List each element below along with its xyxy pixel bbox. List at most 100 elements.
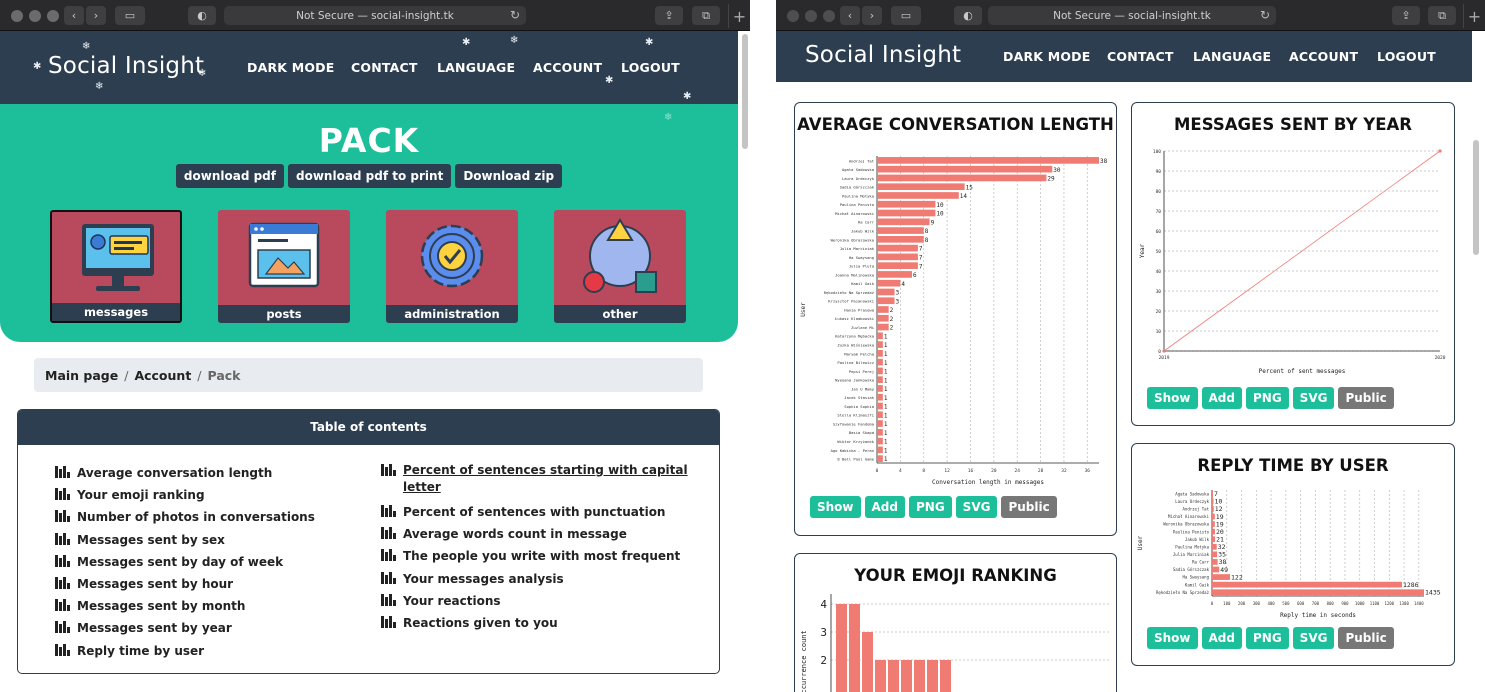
tabs-icon[interactable]: ⧉ bbox=[1428, 6, 1456, 25]
scrollbar[interactable] bbox=[742, 34, 748, 149]
close-window-icon[interactable] bbox=[787, 10, 799, 22]
y-tick-label: Michał Ainarowski bbox=[835, 211, 875, 216]
toc-item[interactable]: The people you write with most frequent bbox=[381, 545, 688, 567]
toc-item[interactable]: Messages sent by sex bbox=[55, 529, 315, 551]
nav-language[interactable]: LANGUAGE bbox=[437, 60, 533, 75]
toc-item[interactable]: Number of photos in conversations bbox=[55, 506, 315, 528]
y-tick-label: Laura Ordeczyk bbox=[1175, 499, 1209, 504]
y-tick-label: Paulina Bilewicz bbox=[837, 360, 874, 365]
shield-icon[interactable]: ◐ bbox=[188, 6, 216, 25]
bar bbox=[877, 279, 901, 287]
toc-item[interactable]: Messages sent by month bbox=[55, 595, 315, 617]
new-tab-icon[interactable]: + bbox=[728, 4, 750, 28]
y-tick-label: Sadia Górszczak bbox=[1173, 567, 1210, 572]
nav-logout[interactable]: LOGOUT bbox=[1377, 49, 1436, 64]
address-bar[interactable]: Not Secure — social-insight.tk ↻ bbox=[988, 6, 1276, 25]
toc-item[interactable]: Average words count in message bbox=[381, 523, 688, 545]
y-tick-label: Ra Carr bbox=[1192, 560, 1209, 565]
svg-button[interactable]: SVG bbox=[1292, 387, 1335, 409]
share-icon[interactable]: ⇪ bbox=[655, 6, 683, 25]
show-button[interactable]: Show bbox=[810, 496, 861, 518]
nav-contact[interactable]: CONTACT bbox=[1107, 49, 1193, 64]
toc-item[interactable]: Your reactions bbox=[381, 590, 688, 612]
zoom-window-icon[interactable] bbox=[47, 10, 59, 22]
download-pdf-button[interactable]: download pdf bbox=[175, 164, 284, 188]
emoji-ranking-chart: 2 3 4 Occurrence count bbox=[800, 594, 1111, 692]
nav-dark-mode[interactable]: DARK MODE bbox=[1003, 49, 1107, 64]
toc-item[interactable]: Messages sent by hour bbox=[55, 573, 315, 595]
toc-item[interactable]: Your emoji ranking bbox=[55, 484, 315, 506]
brand-logo[interactable]: Social Insight bbox=[48, 53, 204, 79]
zoom-window-icon[interactable] bbox=[823, 10, 835, 22]
shield-icon[interactable]: ◐ bbox=[954, 6, 982, 25]
x-tick-label: 1000 bbox=[1355, 601, 1365, 606]
nav-contact[interactable]: CONTACT bbox=[351, 60, 437, 75]
minimize-window-icon[interactable] bbox=[29, 10, 41, 22]
card-posts[interactable]: posts bbox=[218, 210, 350, 323]
svg-button[interactable]: SVG bbox=[955, 496, 998, 518]
nav-language[interactable]: LANGUAGE bbox=[1193, 49, 1289, 64]
toc-item[interactable]: Percent of sentences starting with capit… bbox=[381, 462, 688, 479]
add-button[interactable]: Add bbox=[1201, 627, 1242, 649]
public-button[interactable]: Public bbox=[1338, 627, 1394, 649]
toc-item[interactable]: Messages sent by year bbox=[55, 617, 315, 639]
tabs-icon[interactable]: ⧉ bbox=[692, 6, 720, 25]
show-button[interactable]: Show bbox=[1147, 387, 1198, 409]
toc-item[interactable]: Reactions given to you bbox=[381, 612, 688, 634]
nav-account[interactable]: ACCOUNT bbox=[1289, 49, 1377, 64]
close-window-icon[interactable] bbox=[11, 10, 23, 22]
nav-dark-mode[interactable]: DARK MODE bbox=[247, 60, 351, 75]
png-button[interactable]: PNG bbox=[908, 496, 952, 518]
bar-chart-icon bbox=[381, 593, 396, 606]
card-other[interactable]: other bbox=[554, 210, 686, 323]
add-button[interactable]: Add bbox=[1201, 387, 1242, 409]
card-messages[interactable]: messages bbox=[50, 210, 182, 323]
forward-icon[interactable]: › bbox=[86, 6, 106, 25]
share-icon[interactable]: ⇪ bbox=[1392, 6, 1420, 25]
scrollbar[interactable] bbox=[1473, 140, 1479, 255]
toc-item[interactable]: Messages sent by day of week bbox=[55, 551, 315, 573]
data-label: 2 bbox=[890, 307, 894, 314]
snowflake-icon: ✱ bbox=[462, 37, 471, 48]
png-button[interactable]: PNG bbox=[1245, 627, 1289, 649]
address-bar[interactable]: Not Secure — social-insight.tk ↻ bbox=[224, 6, 526, 25]
download-zip-button[interactable]: Download zip bbox=[455, 164, 563, 188]
brand-logo[interactable]: Social Insight bbox=[805, 42, 961, 68]
card-administration[interactable]: administration bbox=[386, 210, 518, 323]
png-button[interactable]: PNG bbox=[1245, 387, 1289, 409]
nav-logout[interactable]: LOGOUT bbox=[621, 60, 680, 75]
toc-item[interactable]: Percent of sentences with punctuation bbox=[381, 501, 688, 523]
x-tick-label: 100 bbox=[1223, 601, 1231, 606]
reload-icon[interactable]: ↻ bbox=[510, 8, 520, 22]
table-of-contents: Table of contents Average conversation l… bbox=[17, 409, 720, 674]
reload-icon[interactable]: ↻ bbox=[1260, 8, 1270, 22]
right-browser-window: ‹ › ▭ ◐ Not Secure — social-insight.tk ↻ … bbox=[776, 0, 1485, 692]
forward-icon[interactable]: › bbox=[862, 6, 882, 25]
toc-item[interactable]: Your messages analysis bbox=[381, 568, 688, 590]
back-icon[interactable]: ‹ bbox=[64, 6, 84, 25]
breadcrumb-main-page[interactable]: Main page bbox=[45, 368, 118, 383]
chart-card-emoji-ranking: YOUR EMOJI RANKING 2 3 4 Occurrence count bbox=[794, 553, 1117, 692]
shapes-icon bbox=[583, 218, 657, 293]
sidebar-icon[interactable]: ▭ bbox=[115, 6, 145, 25]
show-button[interactable]: Show bbox=[1147, 627, 1198, 649]
public-button[interactable]: Public bbox=[1001, 496, 1057, 518]
nav-account[interactable]: ACCOUNT bbox=[533, 60, 621, 75]
download-pdf-print-button[interactable]: download pdf to print bbox=[288, 164, 452, 188]
bar bbox=[877, 341, 883, 348]
toc-item-continued[interactable]: letter bbox=[381, 479, 688, 501]
svg-button[interactable]: SVG bbox=[1292, 627, 1335, 649]
breadcrumb-account[interactable]: Account bbox=[134, 368, 191, 383]
toc-item[interactable]: Reply time by user bbox=[55, 640, 315, 662]
y-tick-label: Julia Pluta bbox=[849, 264, 874, 269]
public-button[interactable]: Public bbox=[1338, 387, 1394, 409]
new-tab-icon[interactable]: + bbox=[1463, 4, 1485, 28]
sidebar-icon[interactable]: ▭ bbox=[891, 6, 921, 25]
bar bbox=[877, 253, 918, 261]
chart-actions: Show Add PNG SVG Public bbox=[1147, 387, 1394, 409]
toc-item[interactable]: Average conversation length bbox=[55, 462, 315, 484]
back-icon[interactable]: ‹ bbox=[840, 6, 860, 25]
minimize-window-icon[interactable] bbox=[805, 10, 817, 22]
add-button[interactable]: Add bbox=[864, 496, 905, 518]
y-tick-label: Zuzka Wiśniewska bbox=[837, 343, 874, 348]
